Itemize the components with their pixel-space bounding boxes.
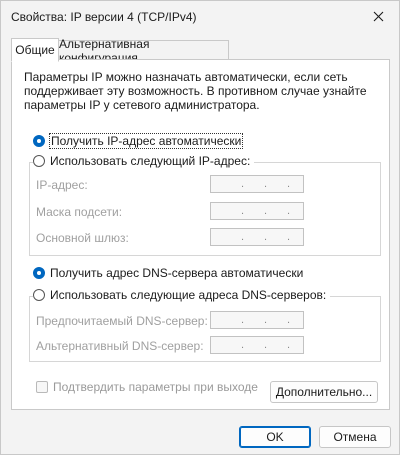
preferred-dns-input[interactable]: . . . bbox=[210, 311, 304, 329]
subnet-mask-input[interactable]: . . . bbox=[210, 202, 304, 220]
alternate-dns-label: Альтернативный DNS-сервер: bbox=[36, 339, 204, 353]
dns-manual-option[interactable]: Использовать следующие адреса DNS-сервер… bbox=[33, 288, 331, 302]
validate-on-exit-option[interactable]: Подтвердить параметры при выходе bbox=[36, 380, 258, 394]
ip-manual-option[interactable]: Использовать следующий IP-адрес: bbox=[33, 154, 255, 168]
preferred-dns-label: Предпочитаемый DNS-сервер: bbox=[36, 314, 208, 328]
ip-address-dot: . bbox=[241, 178, 245, 190]
dialog-window: Свойства: IP версии 4 (TCP/IPv4) Общие А… bbox=[0, 0, 400, 455]
subnet-mask-dot: . bbox=[241, 205, 245, 217]
dns-auto-radio[interactable] bbox=[33, 267, 45, 279]
ip-auto-radio[interactable] bbox=[33, 135, 45, 147]
ip-auto-label: Получить IP-адрес автоматически bbox=[48, 133, 244, 149]
preferred-dns-dot: . bbox=[241, 314, 245, 326]
subnet-mask-label: Маска подсети: bbox=[36, 205, 123, 219]
validate-on-exit-checkbox[interactable] bbox=[36, 381, 48, 393]
dns-manual-label: Использовать следующие адреса DNS-сервер… bbox=[50, 288, 327, 302]
ip-address-label: IP-адрес: bbox=[36, 178, 88, 192]
subnet-mask-dot: . bbox=[264, 205, 268, 217]
alternate-dns-input[interactable]: . . . bbox=[210, 336, 304, 354]
advanced-button[interactable]: Дополнительно... bbox=[270, 381, 378, 403]
dns-manual-radio[interactable] bbox=[33, 289, 45, 301]
default-gateway-dot: . bbox=[264, 231, 268, 243]
dns-auto-option[interactable]: Получить адрес DNS-сервера автоматически bbox=[33, 266, 303, 280]
preferred-dns-dot: . bbox=[287, 314, 291, 326]
ip-manual-radio[interactable] bbox=[33, 155, 45, 167]
ip-address-dot: . bbox=[287, 178, 291, 190]
ip-address-input[interactable]: . . . bbox=[210, 175, 304, 193]
ip-auto-option[interactable]: Получить IP-адрес автоматически bbox=[33, 133, 244, 149]
ok-button[interactable]: OK bbox=[239, 426, 311, 448]
validate-on-exit-label: Подтвердить параметры при выходе bbox=[53, 380, 258, 394]
default-gateway-label: Основной шлюз: bbox=[36, 231, 129, 245]
title-bar: Свойства: IP версии 4 (TCP/IPv4) bbox=[1, 1, 399, 31]
dns-auto-label: Получить адрес DNS-сервера автоматически bbox=[50, 266, 304, 280]
close-button[interactable] bbox=[363, 3, 393, 29]
alternate-dns-dot: . bbox=[264, 339, 268, 351]
tab-general-label: Общие bbox=[15, 43, 55, 57]
ip-address-dot: . bbox=[264, 178, 268, 190]
preferred-dns-dot: . bbox=[264, 314, 268, 326]
default-gateway-input[interactable]: . . . bbox=[210, 228, 304, 246]
default-gateway-dot: . bbox=[287, 231, 291, 243]
tab-general[interactable]: Общие bbox=[11, 38, 59, 62]
subnet-mask-dot: . bbox=[287, 205, 291, 217]
window-title: Свойства: IP версии 4 (TCP/IPv4) bbox=[11, 10, 197, 24]
default-gateway-dot: . bbox=[241, 231, 245, 243]
ip-manual-label: Использовать следующий IP-адрес: bbox=[50, 154, 251, 168]
description-text: Параметры IP можно назначать автоматичес… bbox=[24, 70, 367, 112]
alternate-dns-dot: . bbox=[241, 339, 245, 351]
close-icon bbox=[373, 11, 383, 21]
cancel-button[interactable]: Отмена bbox=[319, 426, 391, 448]
alternate-dns-dot: . bbox=[287, 339, 291, 351]
